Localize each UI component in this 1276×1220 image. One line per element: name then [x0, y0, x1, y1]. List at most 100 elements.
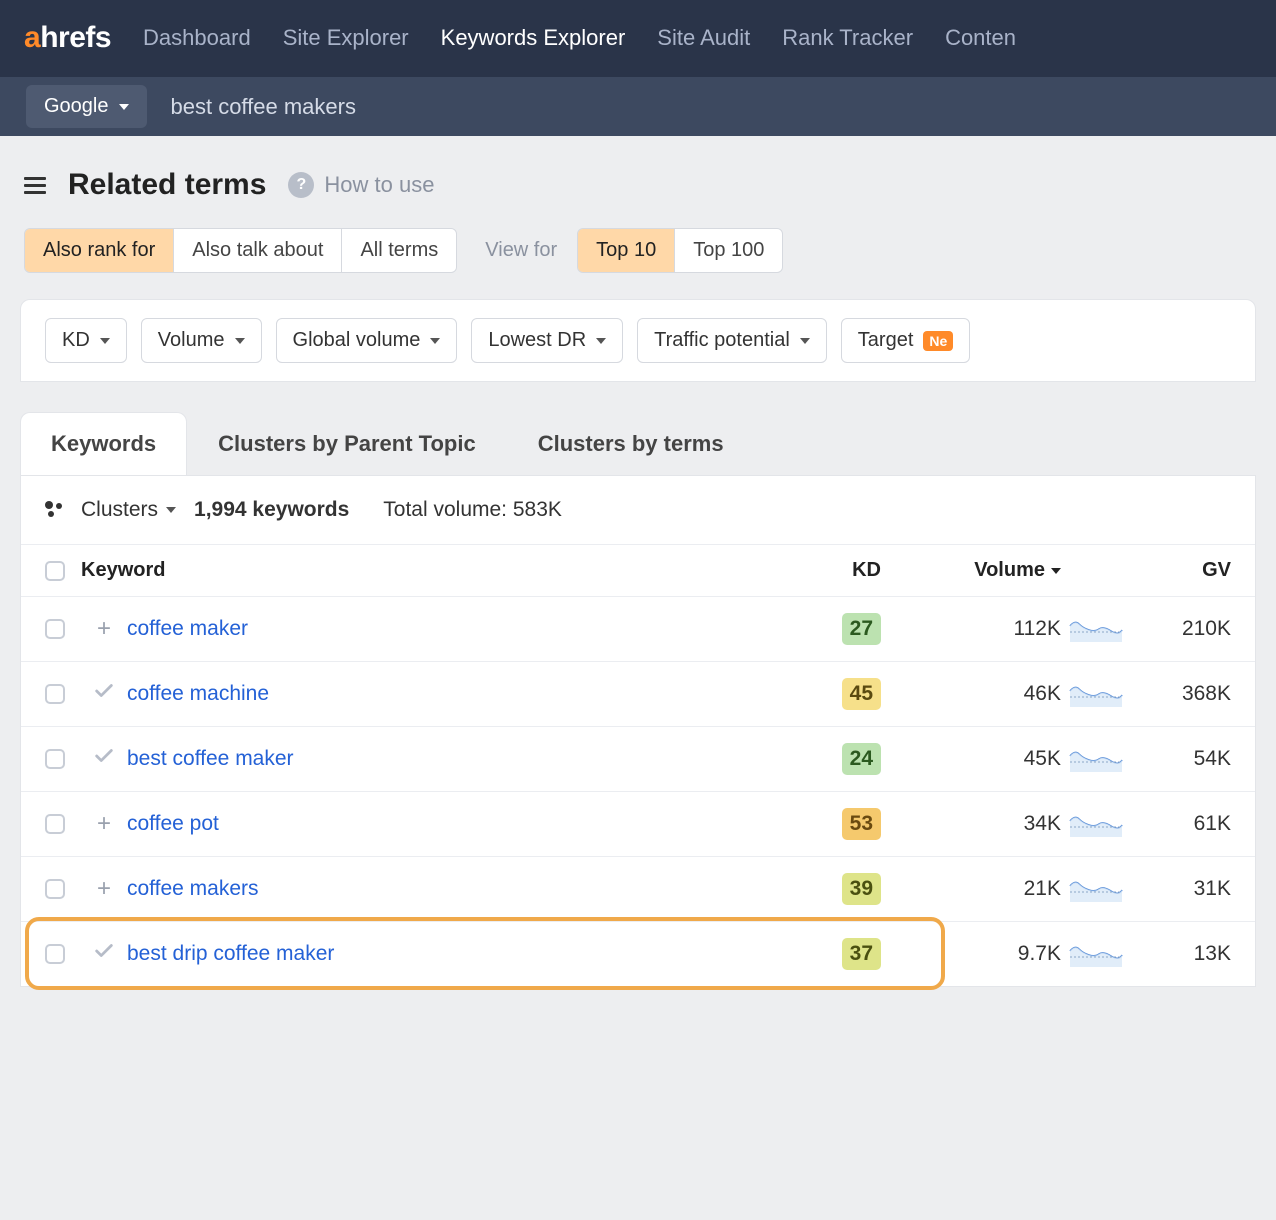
volume-value: 21K — [881, 877, 1061, 901]
tab-top-10[interactable]: Top 10 — [578, 229, 675, 272]
chevron-down-icon — [119, 104, 129, 110]
nav-site-explorer[interactable]: Site Explorer — [283, 25, 409, 51]
volume-value: 34K — [881, 812, 1061, 836]
volume-value: 46K — [881, 682, 1061, 706]
table-row: + coffee pot 5334K 61K — [21, 791, 1255, 856]
nav-keywords-explorer[interactable]: Keywords Explorer — [441, 25, 626, 51]
chevron-down-icon — [430, 338, 440, 344]
page-header: Related terms ? How to use — [0, 136, 1276, 228]
filter-volume[interactable]: Volume — [141, 318, 262, 363]
help-icon[interactable]: ? — [288, 172, 314, 198]
row-checkbox[interactable] — [45, 944, 65, 964]
ctab-clusters-by-parent-topic[interactable]: Clusters by Parent Topic — [187, 412, 507, 475]
hamburger-icon[interactable] — [24, 177, 46, 194]
table-row: best coffee maker 2445K 54K — [21, 726, 1255, 791]
check-icon — [93, 680, 115, 702]
chevron-down-icon — [800, 338, 810, 344]
kd-badge: 27 — [842, 613, 881, 645]
row-checkbox[interactable] — [45, 814, 65, 834]
sort-desc-icon — [1051, 568, 1061, 574]
plus-icon[interactable]: + — [97, 875, 111, 903]
trend-sparkline-icon — [1069, 941, 1123, 967]
match-type-tabs: Also rank forAlso talk aboutAll terms — [24, 228, 457, 273]
keyword-search-input[interactable] — [147, 94, 1276, 120]
trend-sparkline-icon — [1069, 681, 1123, 707]
filter-traffic-potential[interactable]: Traffic potential — [637, 318, 827, 363]
table-row: +coffee makers3921K31K — [21, 856, 1255, 921]
logo[interactable]: ahrefs — [24, 21, 111, 55]
search-engine-select[interactable]: Google — [26, 85, 147, 128]
search-engine-label: Google — [44, 95, 109, 118]
ctab-keywords[interactable]: Keywords — [20, 412, 187, 475]
keyword-link[interactable]: best drip coffee maker — [127, 942, 811, 966]
nav-site-audit[interactable]: Site Audit — [657, 25, 750, 51]
tab-top-100[interactable]: Top 100 — [675, 229, 782, 272]
chevron-down-icon — [596, 338, 606, 344]
plus-icon[interactable]: + — [97, 615, 111, 643]
nav-rank-tracker[interactable]: Rank Tracker — [782, 25, 913, 51]
check-icon — [93, 940, 115, 962]
col-volume[interactable]: Volume — [881, 559, 1061, 582]
tab-also-rank-for[interactable]: Also rank for — [25, 229, 174, 272]
tab-all-terms[interactable]: All terms — [342, 229, 456, 272]
col-kd[interactable]: KD — [811, 559, 881, 582]
chevron-down-icon — [166, 507, 176, 513]
row-checkbox[interactable] — [45, 619, 65, 639]
gv-value: 13K — [1131, 942, 1231, 966]
gv-value: 31K — [1131, 877, 1231, 901]
logo-a: a — [24, 21, 40, 54]
filter-lowest-dr[interactable]: Lowest DR — [471, 318, 623, 363]
filter-kd[interactable]: KD — [45, 318, 127, 363]
filter-global-volume[interactable]: Global volume — [276, 318, 458, 363]
top-nav: ahrefs Dashboard Site Explorer Keywords Ex… — [0, 0, 1276, 76]
page-title: Related terms — [68, 168, 266, 202]
keyword-link[interactable]: coffee makers — [127, 877, 811, 901]
row-checkbox[interactable] — [45, 749, 65, 769]
kd-badge: 45 — [842, 678, 881, 710]
table-row: + coffee maker 27112K 210K — [21, 596, 1255, 661]
plus-icon[interactable]: + — [97, 810, 111, 838]
chevron-down-icon — [100, 338, 110, 344]
clusters-dropdown[interactable]: Clusters — [81, 498, 176, 522]
table-row: best drip coffee maker 379.7K 13K — [21, 921, 1255, 986]
keyword-link[interactable]: coffee pot — [127, 812, 811, 836]
row-checkbox[interactable] — [45, 684, 65, 704]
nav-dashboard[interactable]: Dashboard — [143, 25, 251, 51]
kd-badge: 37 — [842, 938, 881, 970]
check-icon — [93, 745, 115, 767]
chevron-down-icon — [235, 338, 245, 344]
tab-also-talk-about[interactable]: Also talk about — [174, 229, 342, 272]
gv-value: 54K — [1131, 747, 1231, 771]
keyword-link[interactable]: best coffee maker — [127, 747, 811, 771]
col-keyword[interactable]: Keyword — [81, 559, 811, 582]
table-row: coffee machine4546K368K — [21, 661, 1255, 726]
col-gv[interactable]: GV — [1131, 559, 1231, 582]
trend-sparkline-icon — [1069, 616, 1123, 642]
view-for-label: View for — [485, 239, 557, 262]
trend-sparkline-icon — [1069, 811, 1123, 837]
filter-target[interactable]: TargetNe — [841, 318, 971, 363]
volume-value: 45K — [881, 747, 1061, 771]
kd-badge: 53 — [842, 808, 881, 840]
clusters-label: Clusters — [81, 498, 158, 522]
summary-row: Clusters 1,994 keywords Total volume: 58… — [21, 476, 1255, 544]
ctab-clusters-by-terms[interactable]: Clusters by terms — [507, 412, 755, 475]
keyword-link[interactable]: coffee machine — [127, 682, 811, 706]
gv-value: 210K — [1131, 617, 1231, 641]
result-view-tabs: KeywordsClusters by Parent TopicClusters… — [20, 382, 1256, 476]
keywords-table: Clusters 1,994 keywords Total volume: 58… — [20, 476, 1256, 987]
volume-value: 9.7K — [881, 942, 1061, 966]
clusters-icon — [45, 501, 63, 519]
trend-sparkline-icon — [1069, 746, 1123, 772]
gv-value: 61K — [1131, 812, 1231, 836]
volume-value: 112K — [881, 617, 1061, 641]
row-checkbox[interactable] — [45, 879, 65, 899]
nav-conten[interactable]: Conten — [945, 25, 1016, 51]
filter-bar: KD Volume Global volume Lowest DR Traffic po… — [20, 299, 1256, 382]
kd-badge: 24 — [842, 743, 881, 775]
select-all-checkbox[interactable] — [45, 561, 65, 581]
keyword-link[interactable]: coffee maker — [127, 617, 811, 641]
help-link[interactable]: How to use — [324, 172, 434, 198]
mode-tabs-row: Also rank forAlso talk aboutAll terms Vi… — [0, 228, 1276, 293]
total-volume: Total volume: 583K — [383, 498, 562, 522]
